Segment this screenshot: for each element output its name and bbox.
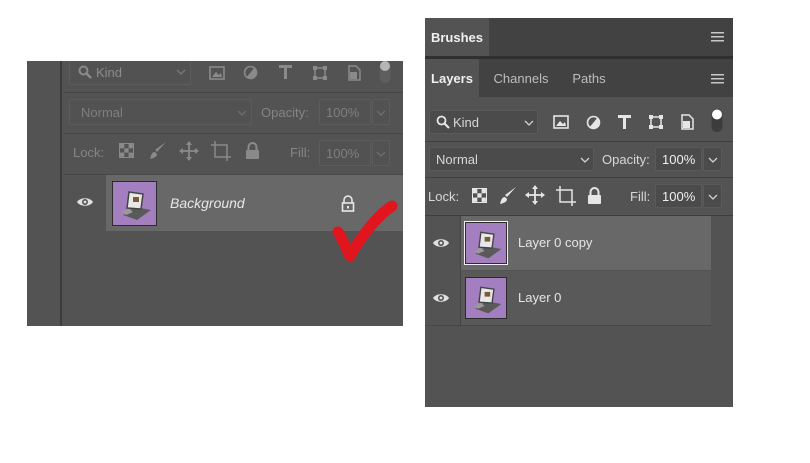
left-panel-strip bbox=[27, 61, 62, 326]
panel-separator bbox=[425, 141, 733, 142]
tab-paths[interactable]: Paths bbox=[563, 59, 615, 97]
chevron-down-icon bbox=[524, 120, 534, 127]
left-separator bbox=[64, 92, 403, 93]
left-fill-label: Fill: bbox=[290, 145, 311, 160]
eye-icon[interactable] bbox=[76, 196, 94, 208]
lock-artboard-icon[interactable] bbox=[211, 141, 231, 161]
search-icon bbox=[436, 115, 450, 129]
left-visibility-column bbox=[64, 175, 106, 231]
lock-transparent-pixels-icon[interactable] bbox=[472, 188, 487, 203]
type-layer-filter-icon[interactable] bbox=[617, 114, 632, 130]
right-layers-panel: Brushes Layers Channels Paths Kind Norma… bbox=[425, 18, 733, 407]
laptop-thumbnail-image bbox=[122, 191, 151, 220]
filter-toggle-icon[interactable] bbox=[711, 109, 723, 133]
smart-object-filter-icon[interactable] bbox=[680, 114, 694, 130]
layer-thumbnail bbox=[112, 181, 157, 226]
left-blend-mode-dropdown[interactable]: Normal bbox=[69, 99, 252, 125]
chevron-down-icon bbox=[580, 157, 590, 164]
layer-thumbnail bbox=[465, 277, 507, 319]
lock-transparent-pixels-icon[interactable] bbox=[119, 143, 134, 158]
fill-field[interactable]: 100% bbox=[655, 184, 702, 208]
left-opacity-field[interactable]: 100% bbox=[319, 99, 371, 125]
blend-mode-value: Normal bbox=[436, 152, 478, 167]
tab-label: Channels bbox=[493, 70, 549, 86]
lock-image-pixels-icon[interactable] bbox=[148, 141, 168, 161]
opacity-field[interactable]: 100% bbox=[655, 147, 702, 171]
laptop-thumbnail-image bbox=[474, 286, 502, 314]
lock-position-icon[interactable] bbox=[179, 141, 199, 161]
red-checkmark-icon bbox=[330, 198, 398, 262]
left-opacity-value: 100% bbox=[326, 105, 360, 120]
type-layer-filter-icon[interactable] bbox=[278, 64, 293, 80]
tab-brushes[interactable]: Brushes bbox=[425, 18, 489, 56]
lock-position-icon[interactable] bbox=[525, 185, 545, 205]
visibility-column bbox=[425, 216, 461, 270]
left-kind-filter-dropdown[interactable]: Kind bbox=[69, 61, 191, 85]
tab-label: Brushes bbox=[430, 29, 484, 45]
left-fill-value: 100% bbox=[326, 146, 360, 161]
blend-mode-dropdown[interactable]: Normal bbox=[429, 147, 594, 171]
fill-dropdown-button[interactable] bbox=[703, 184, 722, 208]
kind-label: Kind bbox=[453, 115, 480, 130]
adjustment-layer-filter-icon[interactable] bbox=[243, 65, 258, 80]
layer-name: Layer 0 copy bbox=[518, 235, 593, 250]
kind-filter-dropdown[interactable]: Kind bbox=[429, 110, 538, 134]
tab-layers[interactable]: Layers bbox=[425, 59, 479, 97]
opacity-dropdown-button[interactable] bbox=[703, 147, 722, 171]
smart-object-filter-icon[interactable] bbox=[347, 65, 361, 81]
fill-label: Fill: bbox=[630, 189, 651, 204]
lock-artboard-icon[interactable] bbox=[556, 186, 576, 206]
shape-layer-filter-icon[interactable] bbox=[312, 65, 328, 81]
pixel-layer-filter-icon[interactable] bbox=[209, 66, 225, 80]
lock-label: Lock: bbox=[428, 189, 460, 204]
fill-value: 100% bbox=[662, 189, 696, 204]
tab-label: Layers bbox=[431, 70, 473, 86]
tab-channels[interactable]: Channels bbox=[481, 59, 561, 97]
chevron-down-icon bbox=[237, 110, 247, 117]
left-kind-label: Kind bbox=[96, 65, 123, 80]
lock-image-pixels-icon[interactable] bbox=[498, 186, 518, 206]
chevron-down-icon bbox=[376, 151, 386, 158]
layer-thumbnail bbox=[464, 221, 508, 265]
panel-separator bbox=[425, 325, 711, 326]
lock-all-icon[interactable] bbox=[245, 142, 260, 159]
chevron-down-icon bbox=[708, 157, 718, 164]
left-lock-label: Lock: bbox=[73, 145, 105, 160]
panel-menu-icon[interactable] bbox=[711, 74, 724, 84]
left-opacity-label: Opacity: bbox=[261, 105, 309, 120]
left-separator bbox=[64, 133, 403, 134]
opacity-label: Opacity: bbox=[602, 152, 650, 167]
opacity-value: 100% bbox=[662, 152, 696, 167]
layers-tab-bar: Layers Channels Paths bbox=[425, 59, 733, 97]
panel-menu-icon[interactable] bbox=[711, 32, 724, 42]
tab-label: Paths bbox=[572, 70, 606, 86]
laptop-thumbnail-image bbox=[474, 231, 502, 259]
layer-name: Background bbox=[170, 195, 245, 211]
chevron-down-icon bbox=[708, 194, 718, 201]
left-opacity-dropdown-button[interactable] bbox=[372, 99, 390, 125]
panel-separator bbox=[425, 177, 733, 178]
lock-all-icon[interactable] bbox=[587, 187, 602, 204]
pixel-layer-filter-icon[interactable] bbox=[553, 115, 569, 129]
shape-layer-filter-icon[interactable] bbox=[648, 114, 664, 130]
layer-row-layer-0-copy[interactable]: Layer 0 copy bbox=[461, 216, 711, 270]
filter-toggle-icon[interactable] bbox=[379, 61, 391, 85]
layer-name: Layer 0 bbox=[518, 290, 562, 305]
visibility-column bbox=[425, 271, 461, 325]
chevron-down-icon bbox=[176, 69, 186, 76]
adjustment-layer-filter-icon[interactable] bbox=[586, 115, 601, 130]
left-layers-panel: Kind Normal Opacity: 100% Lock: Fill: 10… bbox=[27, 61, 403, 326]
left-fill-dropdown-button[interactable] bbox=[372, 140, 390, 166]
search-icon bbox=[78, 65, 92, 79]
eye-icon[interactable] bbox=[432, 237, 450, 249]
left-blend-mode-value: Normal bbox=[81, 105, 123, 120]
layer-row-layer-0[interactable]: Layer 0 bbox=[461, 271, 711, 325]
brushes-tab-bar: Brushes bbox=[425, 18, 733, 56]
chevron-down-icon bbox=[376, 110, 386, 117]
eye-icon[interactable] bbox=[432, 292, 450, 304]
left-fill-field[interactable]: 100% bbox=[319, 140, 371, 166]
